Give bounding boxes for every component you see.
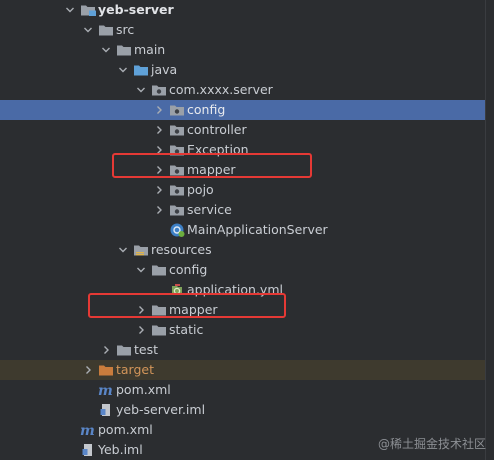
tree-node-label: pojo (187, 182, 214, 197)
folder-icon (116, 342, 132, 358)
tree-node-src[interactable]: src (0, 20, 486, 40)
package-icon (169, 102, 185, 118)
maven-icon: m (98, 382, 114, 398)
tree-node-config[interactable]: config (0, 260, 486, 280)
source-folder-icon (133, 62, 149, 78)
excluded-folder-icon (98, 362, 114, 378)
tree-node-label: src (116, 22, 135, 37)
chevron-down-icon[interactable] (63, 3, 77, 17)
annotation-box-mapper-1 (112, 153, 312, 178)
tree-node-pom-xml[interactable]: m pom.xml (0, 380, 486, 400)
tree-node-test[interactable]: test (0, 340, 486, 360)
watermark: @稀土掘金技术社区 (377, 437, 486, 451)
maven-icon: m (80, 422, 96, 438)
chevron-down-icon[interactable] (81, 23, 95, 37)
tree-node-resources[interactable]: resources (0, 240, 486, 260)
tree-node-pojo[interactable]: pojo (0, 180, 486, 200)
chevron-right-icon[interactable] (152, 183, 166, 197)
module-folder-icon (80, 2, 96, 18)
project-tree: yeb-server src main java com.xxxx.server conf… (0, 0, 494, 460)
iml-file-icon (98, 402, 114, 418)
tree-node-label: target (116, 362, 155, 377)
package-icon (169, 182, 185, 198)
tree-node-label: pom.xml (116, 382, 171, 397)
chevron-down-icon[interactable] (134, 263, 148, 277)
tree-node-label: controller (187, 122, 247, 137)
tree-node-label: MainApplicationServer (187, 222, 328, 237)
resources-folder-icon (133, 242, 149, 258)
tree-node-label: com.xxxx.server (169, 82, 273, 97)
tree-node-label: resources (151, 242, 212, 257)
tree-node-mainapplicationserver[interactable]: MainApplicationServer (0, 220, 486, 240)
tree-node-yeb-server[interactable]: yeb-server (0, 0, 486, 20)
package-icon (169, 122, 185, 138)
tree-node-yeb-server-iml[interactable]: yeb-server.iml (0, 400, 486, 420)
tree-node-label: static (169, 322, 204, 337)
tree-node-label: config (169, 262, 208, 277)
folder-icon (151, 262, 167, 278)
svg-text:m: m (80, 423, 95, 437)
tree-node-target[interactable]: target (0, 360, 486, 380)
chevron-down-icon[interactable] (116, 243, 130, 257)
chevron-right-icon[interactable] (134, 323, 148, 337)
chevron-down-icon[interactable] (99, 43, 113, 57)
tree-node-label: yeb-server.iml (116, 402, 206, 417)
tree-node-label: Yeb.iml (98, 442, 143, 457)
spring-boot-class-icon (169, 222, 185, 238)
chevron-down-icon[interactable] (116, 63, 130, 77)
chevron-down-icon[interactable] (134, 83, 148, 97)
tree-node-label: service (187, 202, 232, 217)
tree-node-label: yeb-server (98, 2, 174, 17)
tree-node-label: pom.xml (98, 422, 153, 437)
tree-node-com-xxxx-server[interactable]: com.xxxx.server (0, 80, 486, 100)
annotation-box-mapper-2 (88, 293, 286, 318)
tree-node-static[interactable]: static (0, 320, 486, 340)
chevron-right-icon[interactable] (99, 343, 113, 357)
folder-icon (151, 322, 167, 338)
folder-icon (116, 42, 132, 58)
package-icon (151, 82, 167, 98)
tree-node-main[interactable]: main (0, 40, 486, 60)
tree-node-label: test (134, 342, 159, 357)
tree-scrollbar[interactable] (485, 0, 494, 460)
chevron-right-icon[interactable] (152, 203, 166, 217)
tree-node-label: main (134, 42, 166, 57)
tree-node-service[interactable]: service (0, 200, 486, 220)
chevron-right-icon[interactable] (152, 123, 166, 137)
svg-text:m: m (98, 383, 113, 397)
folder-icon (98, 22, 114, 38)
iml-file-icon (80, 442, 96, 458)
tree-node-label: java (151, 62, 178, 77)
tree-node-config[interactable]: config (0, 100, 486, 120)
tree-node-label: config (187, 102, 226, 117)
chevron-right-icon[interactable] (81, 363, 95, 377)
tree-node-java[interactable]: java (0, 60, 486, 80)
package-icon (169, 202, 185, 218)
tree-node-controller[interactable]: controller (0, 120, 486, 140)
chevron-right-icon[interactable] (152, 103, 166, 117)
